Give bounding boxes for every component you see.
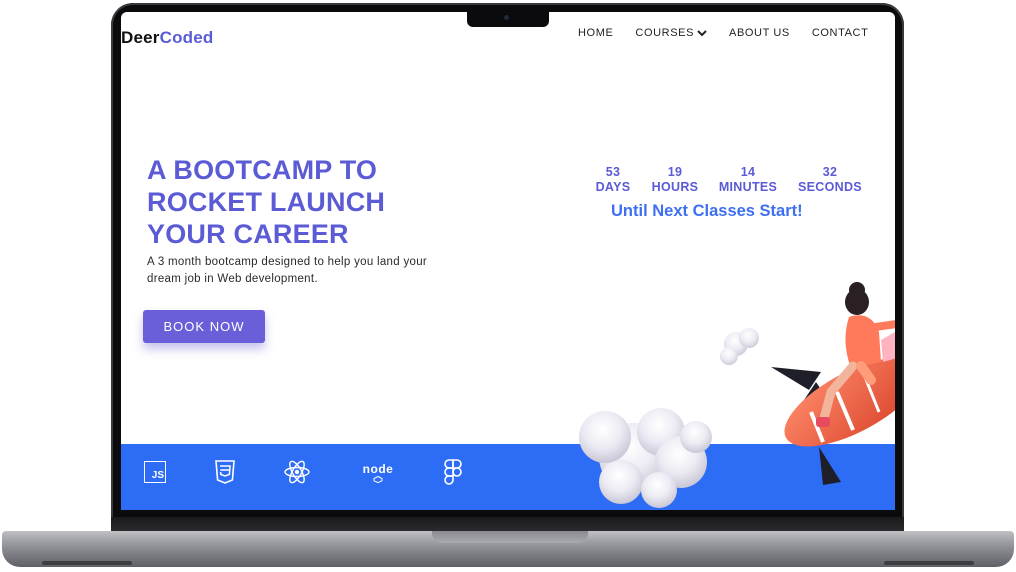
laptop-base <box>2 531 1014 567</box>
countdown-days-label: DAYS <box>595 180 631 194</box>
nodejs-label: node <box>362 461 394 476</box>
javascript-icon: JS <box>141 458 169 486</box>
nav-home-link[interactable]: HOME <box>578 27 613 39</box>
hero-title-line: ROCKET LAUNCH <box>147 187 386 217</box>
smoke-cloud <box>579 408 712 508</box>
hero-title-line: YOUR CAREER <box>147 219 349 249</box>
laptop-hinge <box>111 517 904 532</box>
nav-contact-link[interactable]: CONTACT <box>812 27 869 39</box>
brand-logo-part1: Deer <box>121 28 160 47</box>
countdown-days: 53 DAYS <box>591 165 635 195</box>
hero-subtitle-line: A 3 month bootcamp designed to help you … <box>147 256 428 268</box>
nav-courses-label: COURSES <box>635 27 695 39</box>
hero-title: A BOOTCAMP TO ROCKET LAUNCH YOUR CAREER <box>147 154 437 250</box>
css3-icon <box>211 458 239 486</box>
chevron-down-icon <box>697 30 707 37</box>
countdown-minutes-value: 14 <box>740 165 756 179</box>
javascript-badge: JS <box>144 461 166 483</box>
nav-courses-dropdown[interactable]: COURSES <box>635 27 707 39</box>
laptop-foot-left <box>42 561 132 565</box>
laptop-notch <box>467 10 549 27</box>
countdown-seconds-label: SECONDS <box>798 180 862 194</box>
brand-logo[interactable]: DeerCoded <box>121 28 214 48</box>
hero-subtitle-line: dream job in Web development. <box>147 273 318 285</box>
rocket-girl-illustration <box>579 282 895 508</box>
countdown-hours-value: 19 <box>667 165 683 179</box>
countdown-hours-label: HOURS <box>651 180 699 194</box>
main-nav: HOME COURSES ABOUT US CONTACT <box>578 27 868 39</box>
book-now-button[interactable]: BOOK NOW <box>143 310 265 343</box>
countdown-days-value: 53 <box>605 165 621 179</box>
css3-shield-icon <box>215 460 235 484</box>
hero-title-line: A BOOTCAMP TO <box>147 155 378 185</box>
laptop-foot-right <box>884 561 974 565</box>
camera-icon <box>504 15 509 20</box>
figma-logo-icon <box>444 459 462 485</box>
react-atom-icon <box>284 460 310 484</box>
brand-logo-part2: Coded <box>159 28 214 47</box>
countdown-hours: 19 HOURS <box>649 165 701 195</box>
nodejs-hex-icon <box>373 475 383 483</box>
countdown-seconds-value: 32 <box>822 165 838 179</box>
hero-subtitle: A 3 month bootcamp designed to help you … <box>147 254 477 288</box>
nav-about-link[interactable]: ABOUT US <box>729 27 790 39</box>
countdown-minutes: 14 MINUTES <box>715 165 781 195</box>
countdown-seconds: 32 SECONDS <box>795 165 865 195</box>
figma-icon <box>439 458 467 486</box>
countdown-minutes-label: MINUTES <box>718 180 778 194</box>
countdown-timer: 53 DAYS 19 HOURS 14 MINUTES 32 SECONDS <box>591 165 865 195</box>
react-icon <box>283 458 311 486</box>
nodejs-icon: node <box>359 458 397 486</box>
laptop-base-notch <box>432 531 588 543</box>
website-screen: DeerCoded HOME COURSES ABOUT US CONTACT … <box>121 12 895 510</box>
countdown-caption: Until Next Classes Start! <box>611 202 803 220</box>
